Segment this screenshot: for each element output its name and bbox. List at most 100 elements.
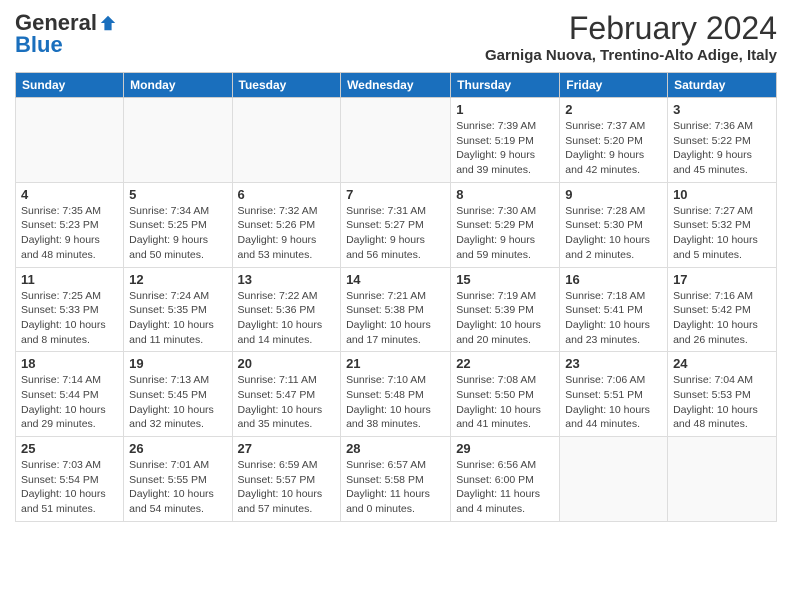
calendar-cell: 12 Sunrise: 7:24 AM Sunset: 5:35 PM Dayli… bbox=[124, 267, 232, 352]
calendar-cell: 3 Sunrise: 7:36 AM Sunset: 5:22 PM Daylig… bbox=[668, 98, 777, 183]
day-number: 8 bbox=[456, 187, 554, 202]
calendar-week-row: 25 Sunrise: 7:03 AM Sunset: 5:54 PM Dayli… bbox=[16, 437, 777, 522]
calendar-cell: 2Sunrise: 7:37 AM Sunset: 5:20 PM Daylig… bbox=[560, 98, 668, 183]
month-title: February 2024 bbox=[485, 10, 777, 47]
logo-blue: Blue bbox=[15, 32, 63, 58]
day-number: 26 bbox=[129, 441, 226, 456]
calendar-cell bbox=[341, 98, 451, 183]
day-number: 29 bbox=[456, 441, 554, 456]
day-info: Sunrise: 7:31 AM Sunset: 5:27 PM Dayligh… bbox=[346, 204, 445, 263]
calendar-cell bbox=[668, 437, 777, 522]
day-info: Sunrise: 6:57 AM Sunset: 5:58 PM Dayligh… bbox=[346, 458, 445, 517]
page-header: General Blue February 2024 Garniga Nuova… bbox=[15, 10, 777, 64]
calendar-week-row: 4Sunrise: 7:35 AM Sunset: 5:23 PM Daylig… bbox=[16, 182, 777, 267]
location-subtitle: Garniga Nuova, Trentino-Alto Adige, Ital… bbox=[485, 47, 777, 64]
day-info: Sunrise: 7:06 AM Sunset: 5:51 PM Dayligh… bbox=[565, 373, 662, 432]
calendar-header-wednesday: Wednesday bbox=[341, 73, 451, 98]
calendar-header-tuesday: Tuesday bbox=[232, 73, 341, 98]
calendar-header-monday: Monday bbox=[124, 73, 232, 98]
day-info: Sunrise: 7:10 AM Sunset: 5:48 PM Dayligh… bbox=[346, 373, 445, 432]
calendar-cell: 6 Sunrise: 7:32 AM Sunset: 5:26 PM Daylig… bbox=[232, 182, 341, 267]
day-info: Sunrise: 7:30 AM Sunset: 5:29 PM Dayligh… bbox=[456, 204, 554, 263]
calendar-header-friday: Friday bbox=[560, 73, 668, 98]
day-number: 18 bbox=[21, 356, 118, 371]
title-block: February 2024 Garniga Nuova, Trentino-Al… bbox=[485, 10, 777, 64]
day-info: Sunrise: 7:14 AM Sunset: 5:44 PM Dayligh… bbox=[21, 373, 118, 432]
day-number: 15 bbox=[456, 272, 554, 287]
calendar-cell: 11 Sunrise: 7:25 AM Sunset: 5:33 PM Dayli… bbox=[16, 267, 124, 352]
day-number: 2 bbox=[565, 102, 662, 117]
day-number: 19 bbox=[129, 356, 226, 371]
day-number: 13 bbox=[238, 272, 336, 287]
calendar-header-thursday: Thursday bbox=[451, 73, 560, 98]
day-info: Sunrise: 7:34 AM Sunset: 5:25 PM Dayligh… bbox=[129, 204, 226, 263]
calendar-cell: 5 Sunrise: 7:34 AM Sunset: 5:25 PM Daylig… bbox=[124, 182, 232, 267]
day-info: Sunrise: 6:56 AM Sunset: 6:00 PM Dayligh… bbox=[456, 458, 554, 517]
day-info: Sunrise: 7:27 AM Sunset: 5:32 PM Dayligh… bbox=[673, 204, 771, 263]
calendar-header-saturday: Saturday bbox=[668, 73, 777, 98]
calendar-cell: 13 Sunrise: 7:22 AM Sunset: 5:36 PM Dayli… bbox=[232, 267, 341, 352]
calendar-cell: 10 Sunrise: 7:27 AM Sunset: 5:32 PM Dayli… bbox=[668, 182, 777, 267]
day-info: Sunrise: 6:59 AM Sunset: 5:57 PM Dayligh… bbox=[238, 458, 336, 517]
calendar-header-sunday: Sunday bbox=[16, 73, 124, 98]
logo-icon bbox=[99, 14, 117, 32]
day-info: Sunrise: 7:39 AM Sunset: 5:19 PM Dayligh… bbox=[456, 119, 554, 178]
day-number: 11 bbox=[21, 272, 118, 287]
day-number: 6 bbox=[238, 187, 336, 202]
day-info: Sunrise: 7:36 AM Sunset: 5:22 PM Dayligh… bbox=[673, 119, 771, 178]
day-info: Sunrise: 7:21 AM Sunset: 5:38 PM Dayligh… bbox=[346, 289, 445, 348]
calendar-cell bbox=[560, 437, 668, 522]
calendar-cell bbox=[16, 98, 124, 183]
calendar-cell: 21Sunrise: 7:10 AM Sunset: 5:48 PM Dayli… bbox=[341, 352, 451, 437]
calendar-cell: 20 Sunrise: 7:11 AM Sunset: 5:47 PM Dayli… bbox=[232, 352, 341, 437]
calendar-cell: 9 Sunrise: 7:28 AM Sunset: 5:30 PM Daylig… bbox=[560, 182, 668, 267]
day-info: Sunrise: 7:11 AM Sunset: 5:47 PM Dayligh… bbox=[238, 373, 336, 432]
calendar-cell: 18 Sunrise: 7:14 AM Sunset: 5:44 PM Dayli… bbox=[16, 352, 124, 437]
calendar-week-row: 11 Sunrise: 7:25 AM Sunset: 5:33 PM Dayli… bbox=[16, 267, 777, 352]
calendar-cell: 24 Sunrise: 7:04 AM Sunset: 5:53 PM Dayli… bbox=[668, 352, 777, 437]
calendar-cell: 16Sunrise: 7:18 AM Sunset: 5:41 PM Dayli… bbox=[560, 267, 668, 352]
day-number: 27 bbox=[238, 441, 336, 456]
day-info: Sunrise: 7:08 AM Sunset: 5:50 PM Dayligh… bbox=[456, 373, 554, 432]
calendar-cell bbox=[124, 98, 232, 183]
day-info: Sunrise: 7:25 AM Sunset: 5:33 PM Dayligh… bbox=[21, 289, 118, 348]
logo: General Blue bbox=[15, 10, 117, 58]
day-info: Sunrise: 7:32 AM Sunset: 5:26 PM Dayligh… bbox=[238, 204, 336, 263]
calendar-cell: 8 Sunrise: 7:30 AM Sunset: 5:29 PM Daylig… bbox=[451, 182, 560, 267]
calendar-cell: 14Sunrise: 7:21 AM Sunset: 5:38 PM Dayli… bbox=[341, 267, 451, 352]
calendar-cell: 7 Sunrise: 7:31 AM Sunset: 5:27 PM Daylig… bbox=[341, 182, 451, 267]
day-number: 24 bbox=[673, 356, 771, 371]
day-number: 22 bbox=[456, 356, 554, 371]
day-number: 7 bbox=[346, 187, 445, 202]
calendar-cell: 22 Sunrise: 7:08 AM Sunset: 5:50 PM Dayli… bbox=[451, 352, 560, 437]
day-number: 16 bbox=[565, 272, 662, 287]
calendar-cell: 4Sunrise: 7:35 AM Sunset: 5:23 PM Daylig… bbox=[16, 182, 124, 267]
day-number: 1 bbox=[456, 102, 554, 117]
calendar-cell: 23Sunrise: 7:06 AM Sunset: 5:51 PM Dayli… bbox=[560, 352, 668, 437]
day-number: 9 bbox=[565, 187, 662, 202]
day-info: Sunrise: 7:13 AM Sunset: 5:45 PM Dayligh… bbox=[129, 373, 226, 432]
calendar-cell: 15Sunrise: 7:19 AM Sunset: 5:39 PM Dayli… bbox=[451, 267, 560, 352]
calendar-cell: 28 Sunrise: 6:57 AM Sunset: 5:58 PM Dayli… bbox=[341, 437, 451, 522]
day-info: Sunrise: 7:22 AM Sunset: 5:36 PM Dayligh… bbox=[238, 289, 336, 348]
day-number: 28 bbox=[346, 441, 445, 456]
day-info: Sunrise: 7:24 AM Sunset: 5:35 PM Dayligh… bbox=[129, 289, 226, 348]
calendar-week-row: 18 Sunrise: 7:14 AM Sunset: 5:44 PM Dayli… bbox=[16, 352, 777, 437]
day-number: 25 bbox=[21, 441, 118, 456]
day-info: Sunrise: 7:04 AM Sunset: 5:53 PM Dayligh… bbox=[673, 373, 771, 432]
calendar-cell: 27 Sunrise: 6:59 AM Sunset: 5:57 PM Dayli… bbox=[232, 437, 341, 522]
calendar-cell: 25 Sunrise: 7:03 AM Sunset: 5:54 PM Dayli… bbox=[16, 437, 124, 522]
calendar-header-row: SundayMondayTuesdayWednesdayThursdayFrid… bbox=[16, 73, 777, 98]
day-number: 20 bbox=[238, 356, 336, 371]
day-number: 5 bbox=[129, 187, 226, 202]
day-number: 12 bbox=[129, 272, 226, 287]
calendar-cell: 26Sunrise: 7:01 AM Sunset: 5:55 PM Dayli… bbox=[124, 437, 232, 522]
day-number: 3 bbox=[673, 102, 771, 117]
day-info: Sunrise: 7:28 AM Sunset: 5:30 PM Dayligh… bbox=[565, 204, 662, 263]
calendar-table: SundayMondayTuesdayWednesdayThursdayFrid… bbox=[15, 72, 777, 522]
day-info: Sunrise: 7:03 AM Sunset: 5:54 PM Dayligh… bbox=[21, 458, 118, 517]
day-number: 17 bbox=[673, 272, 771, 287]
calendar-cell: 17Sunrise: 7:16 AM Sunset: 5:42 PM Dayli… bbox=[668, 267, 777, 352]
day-info: Sunrise: 7:35 AM Sunset: 5:23 PM Dayligh… bbox=[21, 204, 118, 263]
day-number: 10 bbox=[673, 187, 771, 202]
